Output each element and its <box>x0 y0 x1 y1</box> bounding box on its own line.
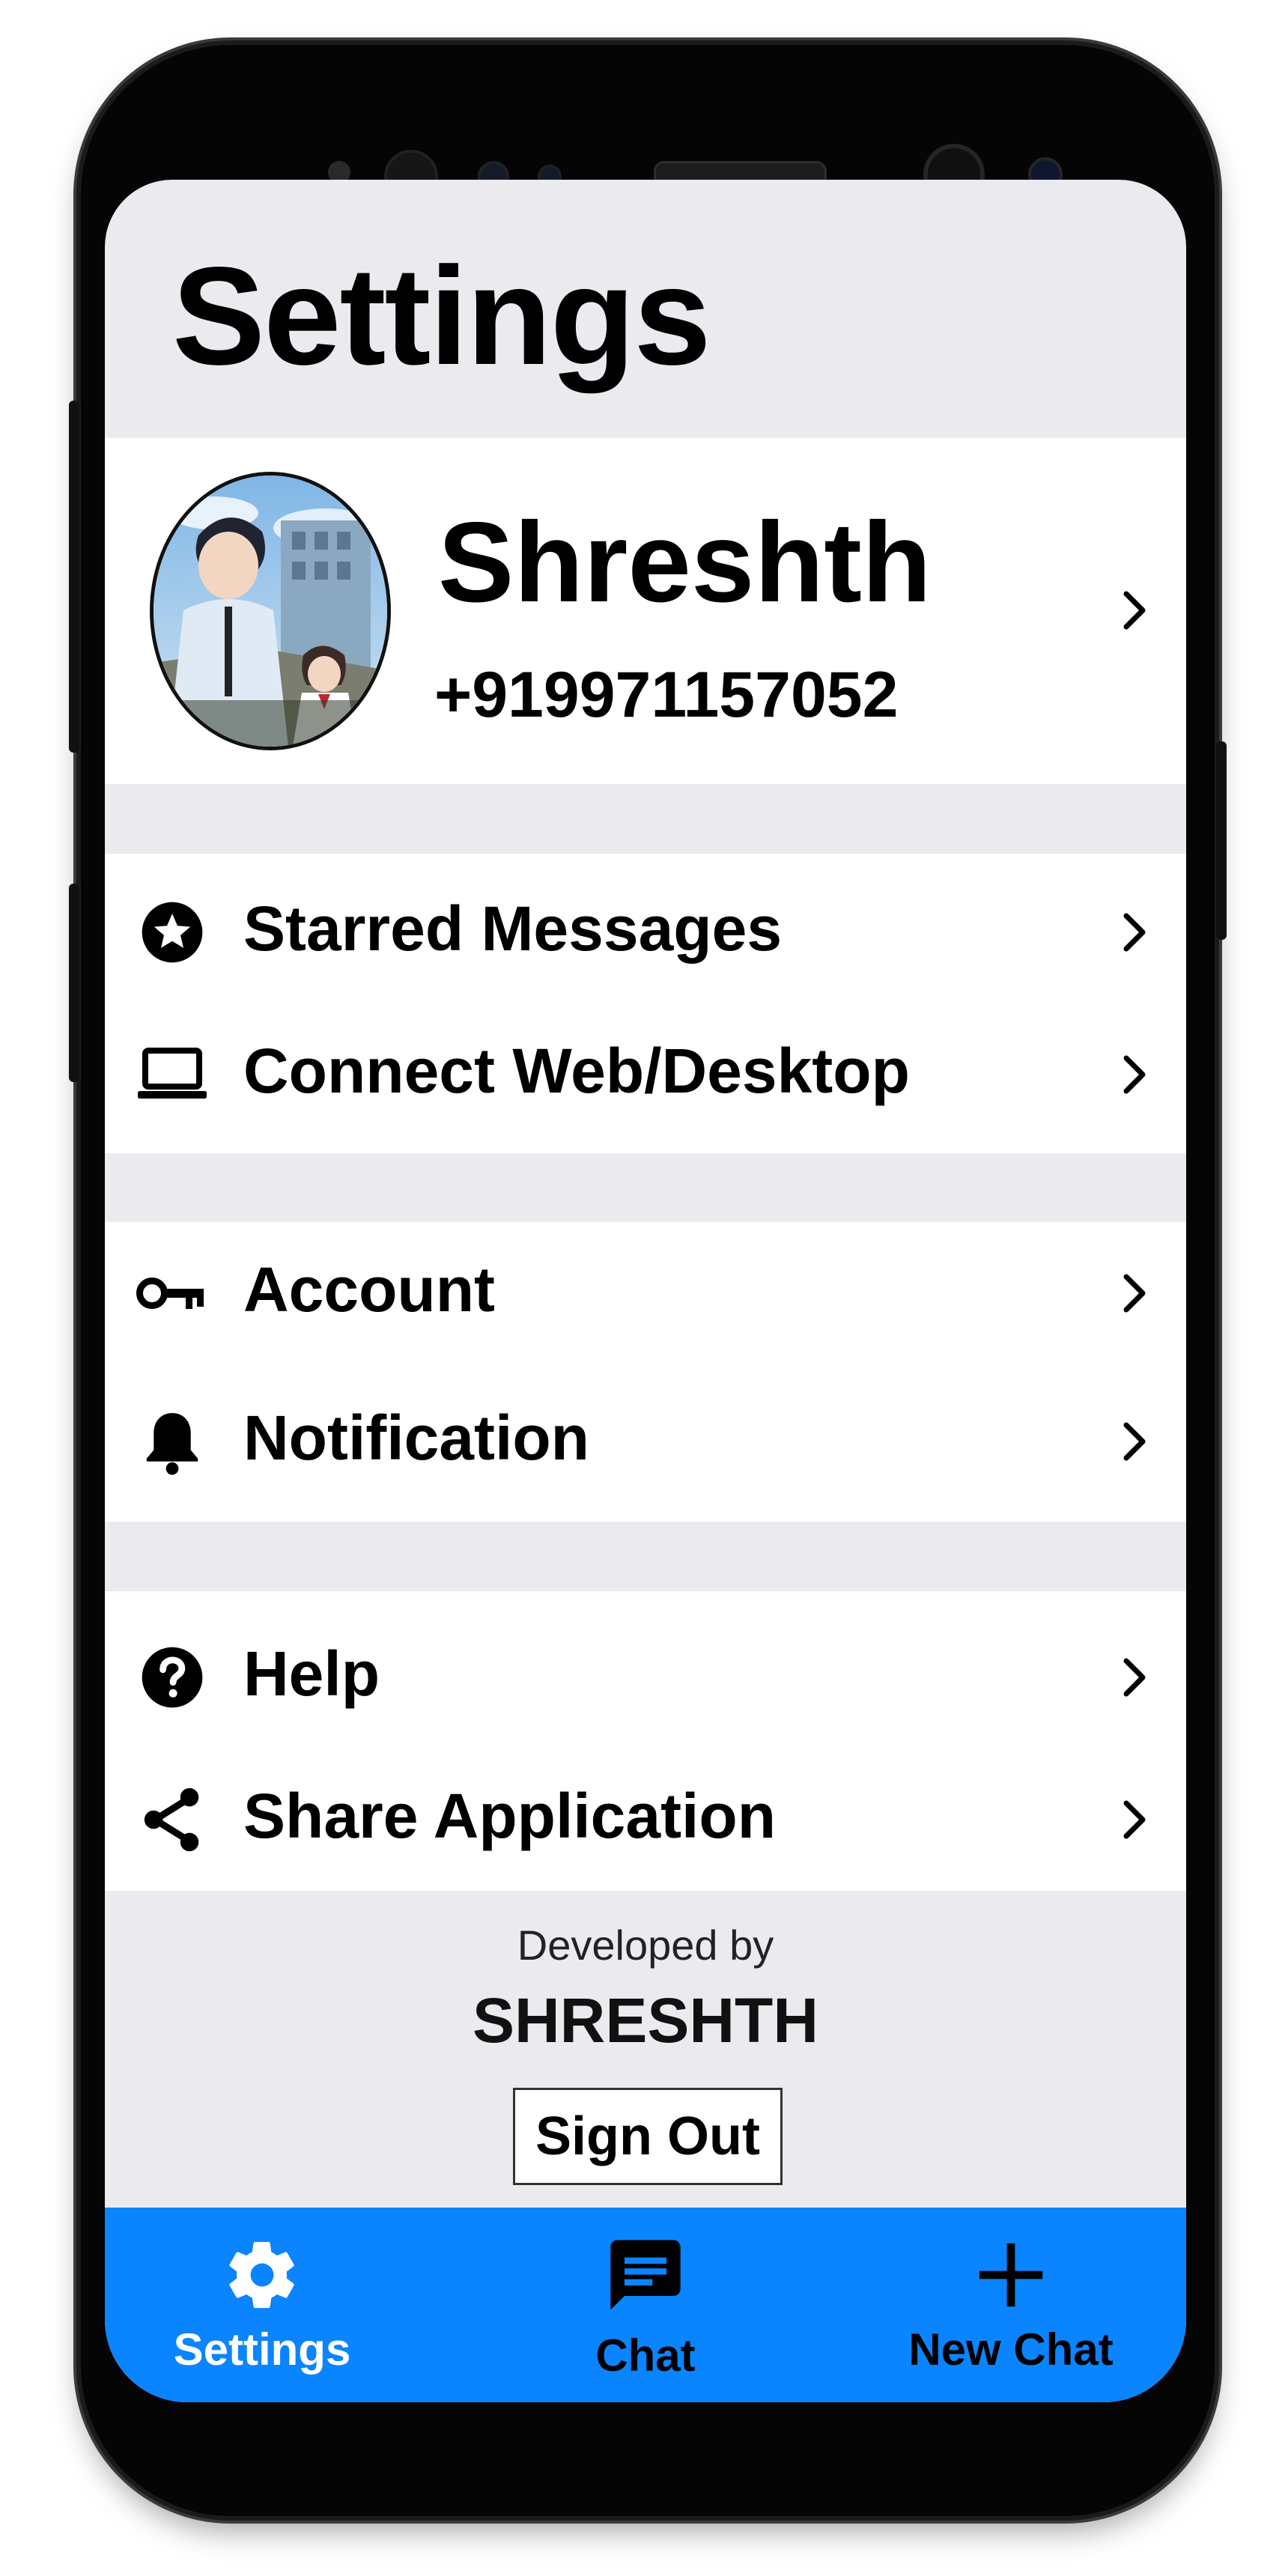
page-title: Settings <box>172 239 711 394</box>
starred-messages-item[interactable]: Starred Messages <box>105 861 1186 1003</box>
settings-group-account: Account Notification <box>105 1222 1186 1522</box>
tab-chat[interactable]: Chat <box>488 2208 803 2402</box>
tab-new-chat-label: New Chat <box>908 2324 1114 2375</box>
chat-icon <box>601 2230 690 2320</box>
profile-phone: +919971157052 <box>434 659 899 731</box>
share-icon <box>135 1782 210 1857</box>
key-icon <box>135 1256 210 1331</box>
bottom-tab-bar: Settings Chat New Chat <box>105 2208 1186 2402</box>
app-screen: Settings Shreshth +919971157052 Starred … <box>105 180 1186 2402</box>
notification-label: Notification <box>243 1403 589 1473</box>
notification-item[interactable]: Notification <box>105 1370 1186 1513</box>
account-label: Account <box>243 1254 495 1325</box>
plus-icon <box>966 2230 1056 2320</box>
chevron-right-icon <box>1112 1267 1157 1319</box>
power-button <box>1216 741 1227 940</box>
profile-name: Shreshth <box>438 499 932 626</box>
share-application-label: Share Application <box>243 1781 777 1851</box>
tab-chat-label: Chat <box>595 2330 696 2381</box>
bixby-button <box>69 884 79 1082</box>
starred-messages-label: Starred Messages <box>243 893 783 964</box>
share-application-item[interactable]: Share Application <box>105 1749 1186 1891</box>
chevron-right-icon <box>1112 1048 1157 1101</box>
bell-icon <box>135 1404 210 1479</box>
avatar[interactable] <box>150 472 391 750</box>
star-circle-icon <box>135 895 210 970</box>
settings-group-messages: Starred Messages Connect Web/Desktop <box>105 854 1186 1153</box>
tab-settings[interactable]: Settings <box>105 2208 419 2402</box>
sign-out-button[interactable]: Sign Out <box>513 2088 783 2185</box>
developer-name: SHRESHTH <box>472 1985 819 2056</box>
settings-group-help: Help Share Application <box>105 1591 1186 1891</box>
help-item[interactable]: Help <box>105 1606 1186 1749</box>
help-circle-icon <box>135 1640 210 1715</box>
account-item[interactable]: Account <box>105 1222 1186 1364</box>
chevron-right-icon <box>1112 906 1157 959</box>
help-label: Help <box>243 1638 380 1709</box>
chevron-right-icon[interactable] <box>1112 584 1157 637</box>
tab-new-chat[interactable]: New Chat <box>854 2208 1168 2402</box>
developed-by-text: Developed by <box>517 1922 774 1969</box>
connect-web-desktop-item[interactable]: Connect Web/Desktop <box>105 1003 1186 1146</box>
chevron-right-icon <box>1112 1793 1157 1846</box>
profile-card[interactable]: Shreshth +919971157052 <box>105 438 1186 784</box>
tab-settings-label: Settings <box>173 2324 351 2375</box>
chevron-right-icon <box>1112 1651 1157 1704</box>
chevron-right-icon <box>1112 1415 1157 1468</box>
laptop-icon <box>135 1037 210 1112</box>
volume-button <box>69 401 79 753</box>
connect-web-desktop-label: Connect Web/Desktop <box>243 1036 910 1106</box>
gear-icon <box>217 2230 307 2320</box>
